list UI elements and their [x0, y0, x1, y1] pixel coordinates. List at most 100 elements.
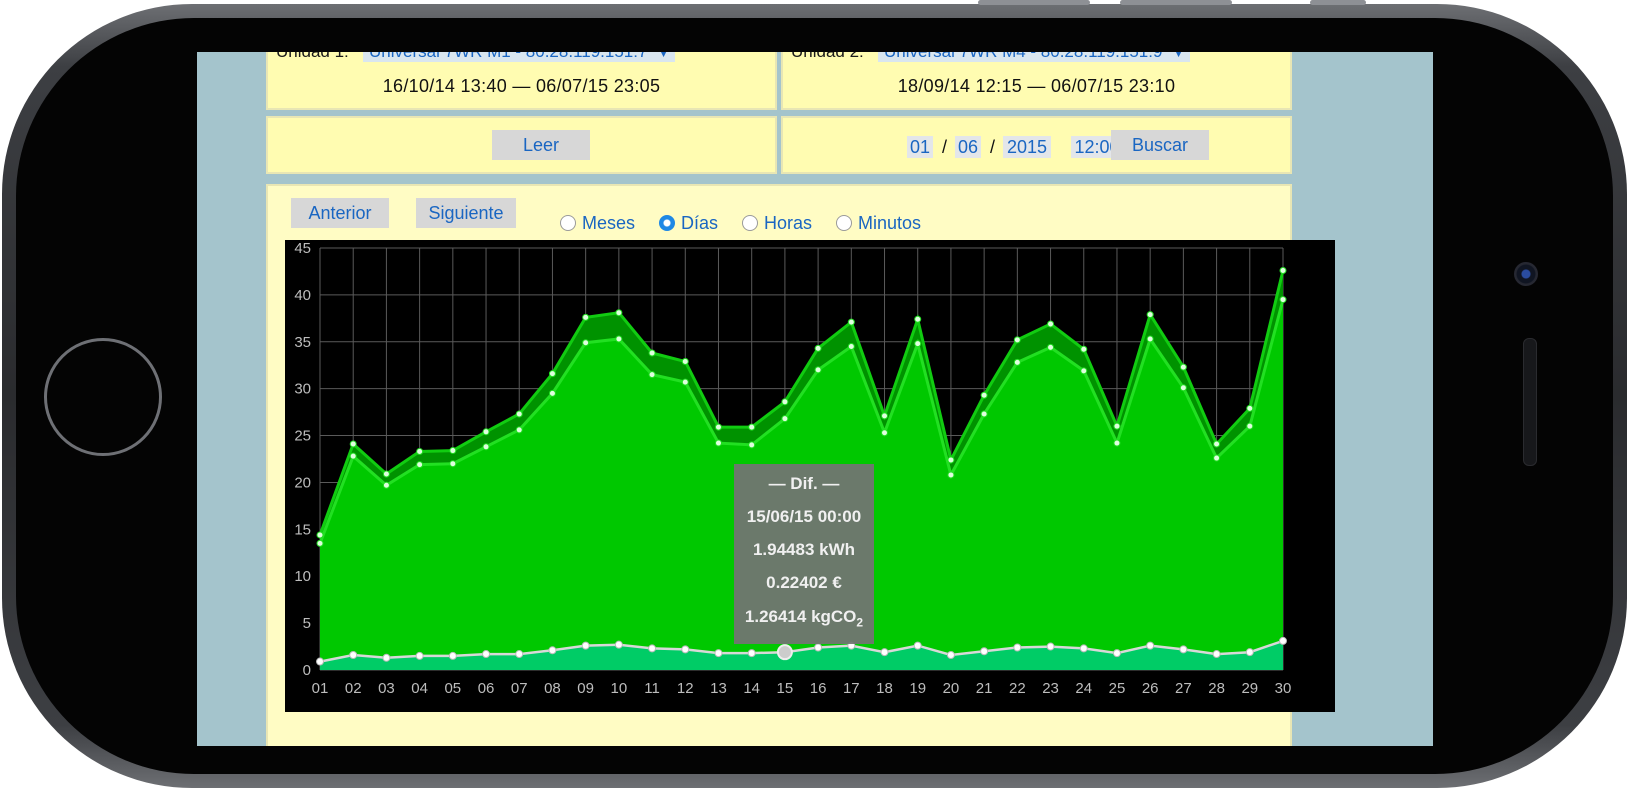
series-1-point — [1080, 345, 1088, 353]
series-3-point — [349, 650, 358, 659]
radio-minutos[interactable]: Minutos — [836, 212, 921, 234]
series-3-point-highlight — [776, 644, 793, 661]
series-2-point — [781, 415, 789, 423]
radio-horas[interactable]: Horas — [742, 212, 812, 234]
tooltip-title: — Dif. — — [768, 474, 840, 493]
series-3-point — [1245, 648, 1254, 657]
leer-button[interactable]: Leer — [492, 130, 590, 160]
chevron-down-icon: ▼ — [658, 52, 670, 60]
series-1-point — [416, 447, 424, 455]
tooltip-energy: 1.94483 kWh — [752, 540, 856, 559]
x-tick-label: 24 — [1075, 680, 1092, 697]
radio-label: Días — [681, 212, 719, 233]
unit2-select[interactable]: Universal 7WR M4 - 80.28.119.151:9 ▼ — [878, 52, 1191, 62]
series-2-point — [548, 389, 556, 397]
x-tick-label: 30 — [1275, 680, 1292, 697]
series-3-point — [1046, 642, 1055, 651]
chevron-down-icon: ▼ — [1173, 52, 1185, 60]
series-3-point — [548, 646, 557, 655]
series-3-point — [415, 651, 424, 660]
series-2-point — [881, 429, 889, 437]
series-1-point — [681, 357, 689, 365]
earpiece-speaker — [1523, 338, 1537, 466]
series-3-point — [648, 644, 657, 653]
x-tick-label: 21 — [976, 680, 993, 697]
series-2-point — [914, 340, 922, 348]
series-3-point — [814, 643, 823, 652]
radio-dias[interactable]: Días — [659, 212, 718, 234]
radio-label: Meses — [582, 212, 636, 233]
x-tick-label: 01 — [312, 680, 329, 697]
month-input[interactable]: 06 — [955, 136, 981, 158]
series-2-point — [416, 461, 424, 469]
radio-dot-selected — [659, 215, 675, 231]
x-tick-label: 07 — [511, 680, 528, 697]
anterior-button[interactable]: Anterior — [291, 198, 389, 228]
home-button[interactable] — [44, 338, 162, 456]
x-tick-label: 14 — [743, 680, 760, 697]
x-tick-label: 03 — [378, 680, 395, 697]
series-2-point — [1213, 454, 1221, 462]
x-tick-label: 15 — [777, 680, 794, 697]
x-tick-label: 06 — [478, 680, 495, 697]
day-input[interactable]: 01 — [907, 136, 933, 158]
y-tick-label: 15 — [294, 521, 311, 538]
x-tick-label: 08 — [544, 680, 561, 697]
series-2-point — [947, 471, 955, 479]
x-tick-label: 20 — [943, 680, 960, 697]
series-2-point — [748, 441, 756, 449]
unit1-select-value: Universal 7WR M1 - 80.28.119.151:7 — [369, 52, 647, 61]
y-tick-label: 0 — [303, 662, 311, 679]
radio-meses[interactable]: Meses — [560, 212, 635, 234]
series-2-point — [1080, 367, 1088, 375]
series-2-point — [449, 460, 457, 468]
tooltip-co2: 1.26414 kgCO2 — [734, 607, 874, 629]
y-tick-label: 10 — [294, 568, 311, 585]
series-2-point — [1047, 343, 1055, 351]
tooltip-datetime: 15/06/15 00:00 — [746, 507, 862, 526]
series-1-point — [1213, 440, 1221, 448]
series-1-point — [1179, 363, 1187, 371]
series-2-point — [316, 539, 324, 547]
series-2-point — [1113, 439, 1121, 447]
series-1-point — [980, 391, 988, 399]
x-tick-label: 02 — [345, 680, 362, 697]
x-tick-label: 17 — [843, 680, 860, 697]
x-tick-label: 23 — [1042, 680, 1059, 697]
series-3-point — [1146, 641, 1155, 650]
unit2-select-value: Universal 7WR M4 - 80.28.119.151:9 — [884, 52, 1162, 61]
y-tick-label: 25 — [294, 428, 311, 445]
unit1-panel: Unidad 1: Universal 7WR M1 - 80.28.119.1… — [266, 52, 777, 110]
series-3-point — [1079, 644, 1088, 653]
series-3-point — [614, 640, 623, 649]
unit1-select[interactable]: Universal 7WR M1 - 80.28.119.151:7 ▼ — [363, 52, 676, 62]
x-tick-label: 13 — [710, 680, 727, 697]
year-input[interactable]: 2015 — [1003, 136, 1051, 158]
series-1-point — [548, 370, 556, 378]
series-1-point — [382, 470, 390, 478]
series-2-point — [714, 439, 722, 447]
series-1-point — [781, 398, 789, 406]
buscar-button[interactable]: Buscar — [1111, 130, 1209, 160]
date-separator: / — [990, 137, 996, 157]
unit1-label: Unidad 1: — [276, 52, 349, 62]
screen: Unidad 1: Universal 7WR M1 - 80.28.119.1… — [197, 52, 1433, 746]
series-3-point — [747, 649, 756, 658]
series-3-point — [681, 645, 690, 654]
series-2-point — [1013, 358, 1021, 366]
x-tick-label: 18 — [876, 680, 893, 697]
data-tooltip: — Dif. — 15/06/15 00:00 1.94483 kWh 0.22… — [734, 464, 874, 644]
series-3-point — [1179, 645, 1188, 654]
volume-up-button — [978, 0, 1090, 5]
series-1-point — [748, 423, 756, 431]
tooltip-co2-value: 1.26414 kgCO — [744, 607, 857, 626]
series-3-point — [1013, 643, 1022, 652]
radio-dot — [560, 215, 576, 231]
series-1-point — [1246, 404, 1254, 412]
series-1-point — [1113, 422, 1121, 430]
series-2-point — [1146, 335, 1154, 343]
series-3-point — [515, 650, 524, 659]
x-tick-label: 29 — [1241, 680, 1258, 697]
siguiente-button[interactable]: Siguiente — [416, 198, 516, 228]
x-tick-label: 22 — [1009, 680, 1026, 697]
